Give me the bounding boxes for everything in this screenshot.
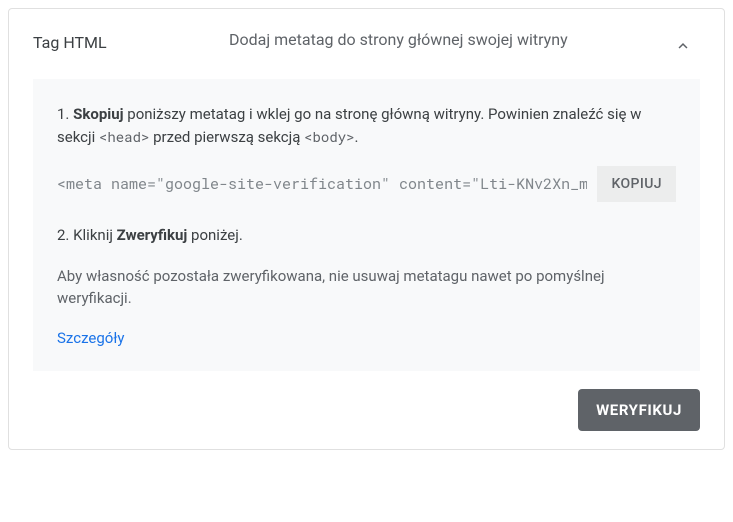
step-1-text-c: . bbox=[355, 128, 359, 146]
chevron-up-icon bbox=[674, 37, 692, 55]
verification-note: Aby własność pozostała zweryfikowana, ni… bbox=[57, 265, 676, 310]
meta-tag-row: <meta name="google-site-verification" co… bbox=[57, 166, 676, 202]
copy-button[interactable]: KOPIUJ bbox=[597, 166, 676, 202]
details-link[interactable]: Szczegóły bbox=[57, 329, 125, 347]
step-1-bold: Skopiuj bbox=[73, 105, 123, 123]
step-2-prefix: 2. Kliknij bbox=[57, 226, 117, 244]
step-2-bold: Zweryfikuj bbox=[117, 226, 188, 244]
step-1-text-b: przed pierwszą sekcją bbox=[149, 128, 304, 146]
step-1-prefix: 1. bbox=[57, 105, 73, 123]
card-footer: WERYFIKUJ bbox=[9, 371, 724, 449]
collapse-toggle[interactable] bbox=[666, 29, 700, 63]
step-1-mono-b: <body> bbox=[304, 127, 354, 146]
step-2-suffix: poniżej. bbox=[187, 226, 242, 244]
header-title: Tag HTML bbox=[33, 29, 213, 52]
step-1: 1. Skopiuj poniższy metatag i wklej go n… bbox=[57, 103, 676, 148]
card-header[interactable]: Tag HTML Dodaj metatag do strony głównej… bbox=[9, 9, 724, 79]
step-1-mono-a: <head> bbox=[99, 127, 149, 146]
verify-button[interactable]: WERYFIKUJ bbox=[578, 389, 700, 431]
verification-card: Tag HTML Dodaj metatag do strony głównej… bbox=[8, 8, 725, 450]
step-2: 2. Kliknij Zweryfikuj poniżej. bbox=[57, 224, 676, 247]
meta-tag-code[interactable]: <meta name="google-site-verification" co… bbox=[57, 168, 587, 200]
header-subtitle: Dodaj metatag do strony głównej swojej w… bbox=[229, 29, 650, 51]
card-body: 1. Skopiuj poniższy metatag i wklej go n… bbox=[33, 79, 700, 371]
